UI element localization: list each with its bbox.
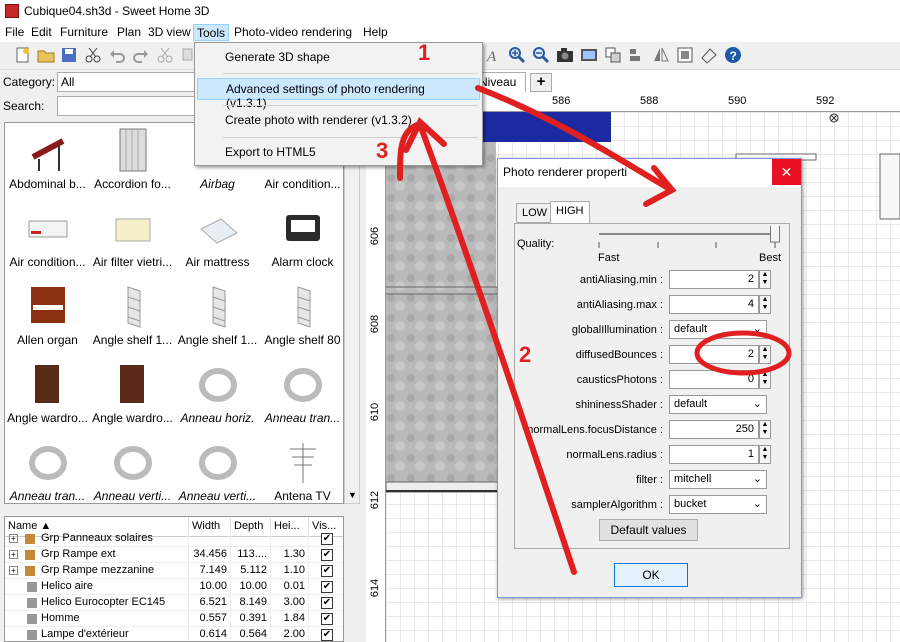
highlight-ellipse bbox=[694, 330, 792, 376]
arrow-2 bbox=[419, 127, 577, 575]
annotation-arrows bbox=[397, 85, 677, 575]
arrow-1 bbox=[475, 85, 671, 191]
annotation-number-2: 2 bbox=[519, 342, 532, 367]
annotation-number-3: 3 bbox=[376, 138, 389, 163]
annotation-number-1: 1 bbox=[418, 40, 431, 65]
annotation-overlay bbox=[397, 85, 792, 575]
